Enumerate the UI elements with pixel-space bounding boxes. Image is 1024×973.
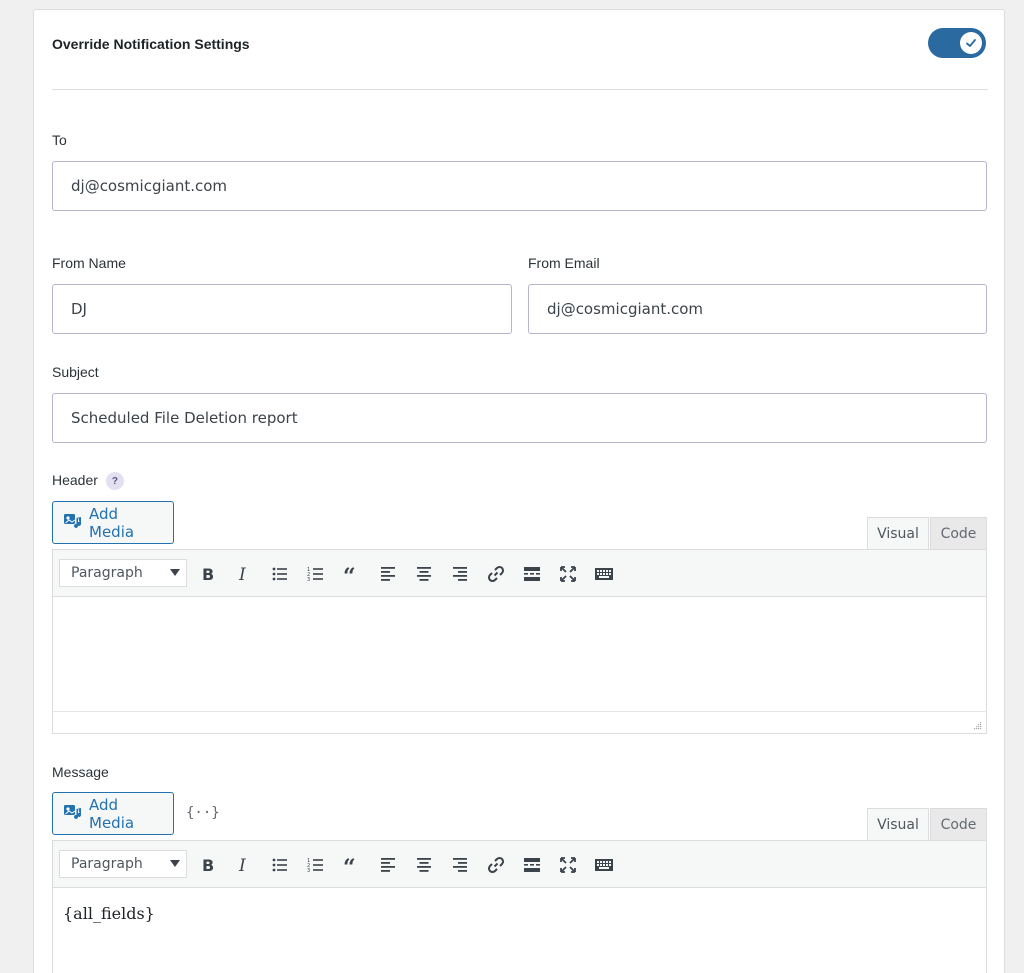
message-editor-toolbar: Paragraph B I 123 “ [53,841,986,888]
subject-input[interactable]: Scheduled File Deletion report [52,393,987,443]
italic-icon[interactable]: I [231,561,257,587]
numbered-list-icon[interactable]: 123 [303,561,329,587]
to-input[interactable]: dj@cosmicgiant.com [52,161,987,211]
header-format-value: Paragraph [71,565,143,581]
fullscreen-icon[interactable] [555,561,581,587]
bulleted-list-icon[interactable] [267,561,293,587]
blockquote-icon[interactable]: “ [339,852,365,878]
fullscreen-icon[interactable] [555,852,581,878]
svg-text:I: I [238,856,246,875]
section-title: Override Notification Settings [52,36,250,52]
from-name-label: From Name [52,255,126,271]
link-icon[interactable] [483,852,509,878]
read-more-icon[interactable] [519,561,545,587]
message-format-value: Paragraph [71,856,143,872]
align-right-icon[interactable] [447,561,473,587]
message-format-select[interactable]: Paragraph [59,850,187,878]
align-center-icon[interactable] [411,852,437,878]
header-tab-code[interactable]: Code [930,517,987,550]
resize-handle-icon[interactable] [972,720,982,730]
message-label: Message [52,764,109,780]
svg-text:B: B [202,565,214,584]
message-editor: Paragraph B I 123 “ {all_fields} [52,840,987,973]
message-tab-visual[interactable]: Visual [867,808,929,841]
header-add-media-button[interactable]: Add Media [52,501,174,544]
svg-text:3: 3 [307,577,310,583]
to-label: To [52,132,67,148]
media-icon [63,803,83,825]
from-email-input[interactable]: dj@cosmicgiant.com [528,284,987,334]
from-email-label: From Email [528,255,600,271]
header-label-text: Header [52,472,98,488]
header-tab-visual[interactable]: Visual [867,517,929,550]
header-editor-toolbar: Paragraph B I 123 “ [53,550,986,597]
resize-strip [53,711,986,733]
header-add-media-label: Add Media [89,504,135,541]
message-add-media-button[interactable]: Add Media [52,792,174,835]
align-left-icon[interactable] [375,561,401,587]
header-label: Header? [52,472,124,491]
caret-down-icon [170,860,180,867]
blockquote-icon[interactable]: “ [339,561,365,587]
svg-text:“: “ [343,855,356,875]
check-icon [960,32,982,54]
from-name-input[interactable]: DJ [52,284,512,334]
svg-text:3: 3 [307,868,310,874]
media-icon [63,512,83,534]
align-center-icon[interactable] [411,561,437,587]
svg-text:“: “ [343,564,356,584]
link-icon[interactable] [483,561,509,587]
numbered-list-icon[interactable]: 123 [303,852,329,878]
message-tab-code[interactable]: Code [930,808,987,841]
align-right-icon[interactable] [447,852,473,878]
help-icon[interactable]: ? [105,472,124,491]
read-more-icon[interactable] [519,852,545,878]
header-editor-content[interactable] [53,597,986,733]
svg-text:I: I [238,565,246,584]
divider [52,89,988,90]
toolbar-toggle-icon[interactable] [591,852,617,878]
merge-tags-icon[interactable]: {··} [186,805,220,821]
override-toggle[interactable] [928,28,986,58]
svg-text:B: B [202,856,214,875]
header-format-select[interactable]: Paragraph [59,559,187,587]
header-editor: Paragraph B I 123 “ [52,549,987,734]
caret-down-icon [170,569,180,576]
message-editor-text: {all_fields} [63,904,155,923]
align-left-icon[interactable] [375,852,401,878]
bold-icon[interactable]: B [195,561,221,587]
message-add-media-label: Add Media [89,795,135,832]
bulleted-list-icon[interactable] [267,852,293,878]
message-editor-content[interactable]: {all_fields} [53,888,986,973]
notification-settings-panel: Override Notification Settings To dj@cos… [33,9,1005,973]
italic-icon[interactable]: I [231,852,257,878]
toolbar-toggle-icon[interactable] [591,561,617,587]
subject-label: Subject [52,364,99,380]
bold-icon[interactable]: B [195,852,221,878]
